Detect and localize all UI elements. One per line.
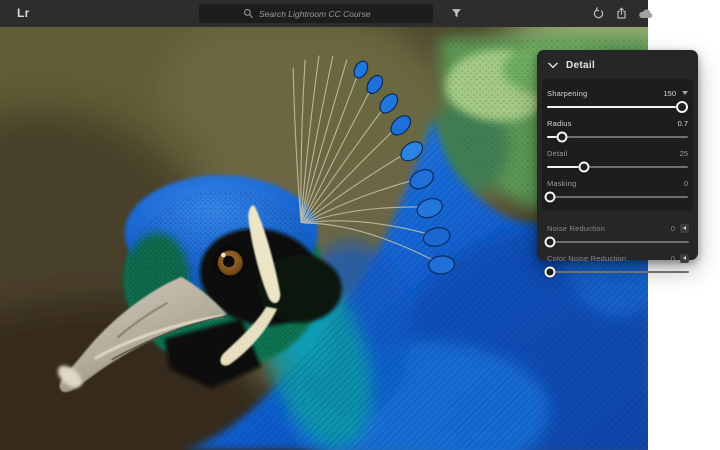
radius-slider-knob[interactable] — [556, 132, 567, 143]
slider-row-sharpening: Sharpening 150 — [547, 84, 688, 108]
masking-slider-track[interactable] — [547, 196, 688, 198]
masking-label: Masking — [547, 179, 576, 188]
sharpening-dropdown-caret-icon[interactable] — [682, 91, 688, 95]
panel-title: Detail — [566, 60, 595, 71]
slider-row-detail: Detail 25 — [547, 144, 688, 168]
color-noise-reduction-slider-knob[interactable] — [544, 267, 555, 278]
sharpening-value: 150 — [663, 89, 676, 98]
detail-label: Detail — [547, 149, 567, 158]
search-input[interactable] — [259, 9, 389, 19]
top-bar: Lr — [0, 0, 648, 27]
sharpening-label: Sharpening — [547, 89, 587, 98]
color-noise-reduction-label: Color Noise Reduction — [547, 254, 626, 263]
slider-row-masking: Masking 0 — [547, 174, 688, 198]
search-icon — [243, 8, 254, 19]
color-noise-reduction-slider-track[interactable] — [547, 271, 689, 273]
detail-panel: Detail Sharpening 150 Radius 0.7 — [537, 50, 698, 260]
undo-icon[interactable] — [592, 7, 605, 20]
detail-slider-track[interactable] — [547, 166, 688, 168]
topbar-right-icons — [592, 7, 654, 20]
peacock-eye — [213, 245, 248, 280]
sharpening-slider-knob[interactable] — [676, 101, 688, 113]
radius-value: 0.7 — [678, 119, 688, 128]
triangle-left-icon — [683, 256, 686, 260]
noise-reduction-section: Noise Reduction 0 Color Noise Reduction … — [537, 211, 698, 273]
filter-funnel-icon[interactable] — [451, 8, 462, 19]
detail-panel-header[interactable]: Detail — [537, 50, 698, 79]
noise-reduction-expander-button[interactable] — [680, 224, 689, 233]
masking-value: 0 — [684, 179, 688, 188]
radius-slider-track[interactable] — [547, 136, 688, 138]
masking-slider-knob[interactable] — [544, 192, 555, 203]
radius-label: Radius — [547, 119, 572, 128]
noise-reduction-label: Noise Reduction — [547, 224, 605, 233]
share-icon[interactable] — [615, 7, 628, 20]
color-noise-reduction-expander-button[interactable] — [680, 254, 689, 263]
lightroom-logo[interactable]: Lr — [17, 6, 30, 20]
noise-reduction-slider-track[interactable] — [547, 241, 689, 243]
detail-value: 25 — [680, 149, 688, 158]
slider-row-noise-reduction: Noise Reduction 0 — [547, 219, 689, 243]
cloud-sync-icon[interactable] — [638, 7, 654, 20]
lightroom-app-window: Lr — [0, 0, 720, 450]
slider-row-color-noise-reduction: Color Noise Reduction 0 — [547, 249, 689, 273]
noise-reduction-value: 0 — [671, 224, 675, 233]
search-box[interactable] — [199, 4, 433, 23]
noise-reduction-slider-knob[interactable] — [544, 237, 555, 248]
chevron-down-icon[interactable] — [548, 62, 558, 69]
triangle-left-icon — [683, 226, 686, 230]
detail-slider-knob[interactable] — [578, 162, 589, 173]
sharpening-group: Sharpening 150 Radius 0.7 — [542, 79, 693, 211]
color-noise-reduction-value: 0 — [671, 254, 675, 263]
slider-row-radius: Radius 0.7 — [547, 114, 688, 138]
sharpening-slider-track[interactable] — [547, 106, 688, 108]
